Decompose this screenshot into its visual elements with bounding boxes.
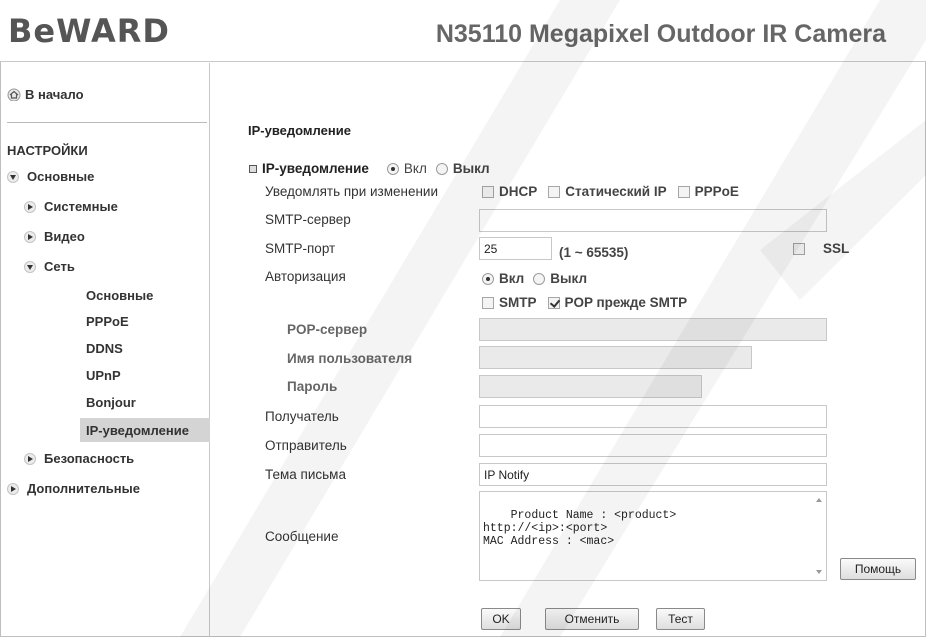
settings-heading: НАСТРОЙКИ	[7, 143, 88, 158]
expanded-arrow-icon	[7, 170, 19, 183]
sidebar-item-video[interactable]: Видео	[24, 229, 85, 244]
scroll-up-icon[interactable]	[816, 498, 822, 502]
sidebar-item-label: Видео	[44, 229, 85, 244]
sidebar-item-network[interactable]: Сеть	[24, 259, 75, 274]
smtp-port-input[interactable]	[479, 237, 552, 260]
sidebar-item-security[interactable]: Безопасность	[24, 451, 134, 466]
ip-notify-label: IP-уведомление	[262, 161, 369, 176]
pppoe-label: PPPoE	[694, 184, 739, 199]
username-input[interactable]	[479, 346, 752, 369]
collapsed-arrow-icon	[24, 452, 36, 465]
sidebar-item-bonjour[interactable]: Bonjour	[86, 395, 136, 410]
pop-server-input[interactable]	[479, 318, 827, 341]
enable-off-radio[interactable]	[435, 162, 448, 175]
auth-on-radio[interactable]	[482, 272, 494, 285]
brand-logo: BeWARD	[8, 12, 170, 50]
message-textarea[interactable]: Product Name : <product> http://<ip>:<po…	[479, 491, 827, 581]
test-button[interactable]: Тест	[656, 608, 705, 630]
pop-before-smtp-checkbox[interactable]	[547, 296, 560, 309]
sidebar-item-pppoe[interactable]: PPPoE	[86, 314, 129, 329]
pop-before-smtp-label: POP прежде SMTP	[564, 295, 688, 310]
smtp-server-input[interactable]	[479, 209, 827, 232]
sidebar-item-ip-notify[interactable]: IP-уведомление	[80, 418, 210, 442]
notify-change-label: Уведомлять при изменении	[265, 184, 439, 199]
expanded-arrow-icon	[24, 260, 36, 273]
subject-input[interactable]	[479, 463, 827, 486]
ssl-option: SSL	[793, 241, 849, 256]
password-label: Пароль	[287, 379, 338, 394]
smtp-port-range: (1 ~ 65535)	[559, 245, 629, 260]
auth-radio-group: Вкл Выкл	[482, 271, 587, 286]
header: BeWARD N35110 Megapixel Outdoor IR Camer…	[0, 0, 926, 62]
home-link[interactable]: В начало	[7, 87, 84, 102]
sidebar-item-upnp[interactable]: UPnP	[86, 368, 121, 383]
collapsed-arrow-icon	[7, 482, 19, 495]
recipient-input[interactable]	[479, 405, 827, 428]
collapsed-arrow-icon	[24, 230, 36, 243]
ssl-label: SSL	[823, 241, 850, 256]
sidebar-item-system[interactable]: Системные	[24, 199, 118, 214]
enable-off-label: Выкл	[452, 161, 490, 176]
pppoe-checkbox[interactable]	[677, 185, 690, 198]
notify-change-options: DHCP Статический IP PPPoE	[482, 184, 745, 199]
username-label: Имя пользователя	[287, 351, 413, 366]
message-label: Сообщение	[265, 529, 339, 544]
scroll-down-icon[interactable]	[816, 570, 822, 574]
smtp-server-label: SMTP-сервер	[265, 212, 351, 227]
message-scrollbar[interactable]	[812, 492, 826, 580]
ssl-checkbox[interactable]	[793, 242, 805, 255]
sidebar-item-network-basic[interactable]: Основные	[86, 288, 153, 303]
sidebar-item-label: Дополнительные	[27, 481, 140, 496]
home-label: В начало	[25, 87, 84, 102]
password-input[interactable]	[479, 375, 702, 398]
recipient-label: Получатель	[265, 409, 339, 424]
enable-on-radio[interactable]	[386, 162, 399, 175]
sidebar-item-label: Основные	[27, 169, 95, 184]
sender-input[interactable]	[479, 434, 827, 457]
auth-off-radio[interactable]	[533, 272, 546, 285]
dhcp-label: DHCP	[499, 184, 538, 199]
pop-server-label: POP-сервер	[287, 322, 368, 337]
enable-on-label: Вкл	[403, 161, 427, 176]
ip-notify-enable-row: IP-уведомление Вкл Выкл	[249, 161, 490, 176]
subject-label: Тема письма	[265, 467, 346, 482]
sidebar-item-advanced[interactable]: Дополнительные	[7, 481, 140, 496]
sidebar-divider	[7, 122, 207, 123]
section-title: IP-уведомление	[248, 123, 351, 138]
sidebar-item-ddns[interactable]: DDNS	[86, 341, 123, 356]
main-content: IP-уведомление IP-уведомление Вкл Выкл У…	[211, 63, 926, 637]
auth-off-label: Выкл	[550, 271, 588, 286]
ok-button[interactable]: OK	[481, 608, 521, 630]
help-button[interactable]: Помощь	[840, 558, 916, 580]
dhcp-checkbox[interactable]	[482, 185, 494, 198]
auth-on-label: Вкл	[499, 271, 525, 286]
sidebar: В начало НАСТРОЙКИ Основные Системные Ви…	[0, 63, 210, 637]
smtp-auth-label: SMTP	[499, 295, 537, 310]
static-ip-checkbox[interactable]	[548, 185, 561, 198]
static-ip-label: Статический IP	[565, 184, 667, 199]
collapsed-arrow-icon	[24, 200, 36, 213]
smtp-auth-checkbox[interactable]	[482, 296, 494, 309]
message-text: Product Name : <product> http://<ip>:<po…	[483, 509, 677, 548]
auth-label: Авторизация	[265, 269, 346, 284]
smtp-port-label: SMTP-порт	[265, 241, 336, 256]
camera-model-title: N35110 Megapixel Outdoor IR Camera	[435, 20, 886, 48]
sidebar-item-label: Системные	[44, 199, 118, 214]
home-icon	[7, 88, 21, 101]
cancel-button[interactable]: Отменить	[545, 608, 639, 630]
sidebar-item-label: Сеть	[44, 259, 75, 274]
square-bullet-icon	[249, 164, 257, 173]
sidebar-item-basic[interactable]: Основные	[7, 169, 94, 184]
auth-method-options: SMTP POP прежде SMTP	[482, 295, 687, 310]
sidebar-item-label: Безопасность	[44, 451, 135, 466]
sender-label: Отправитель	[265, 438, 347, 453]
